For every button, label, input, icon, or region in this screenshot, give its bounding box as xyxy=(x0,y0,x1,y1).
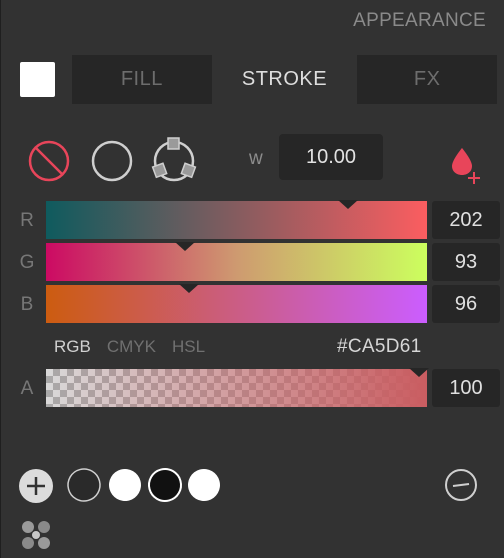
swatch-2[interactable] xyxy=(105,465,145,505)
alpha-value-input[interactable] xyxy=(432,369,500,407)
blue-channel-slider[interactable] xyxy=(46,284,427,323)
appearance-tabs: FILL STROKE FX xyxy=(72,55,497,104)
tab-stroke[interactable]: STROKE xyxy=(211,55,358,104)
stroke-toolbar: w xyxy=(1,130,504,190)
green-channel-row: G xyxy=(1,242,504,283)
stroke-width-label: w xyxy=(249,148,263,169)
hex-value[interactable]: #CA5D61 xyxy=(337,336,421,358)
add-swatch-icon[interactable] xyxy=(18,468,54,504)
alpha-slider-thumb[interactable] xyxy=(409,368,429,377)
red-channel-row: R xyxy=(1,200,504,241)
green-slider-thumb[interactable] xyxy=(175,242,196,251)
red-slider-thumb[interactable] xyxy=(337,200,358,209)
swatch-library-icon[interactable] xyxy=(19,518,53,552)
alpha-gradient xyxy=(46,369,427,407)
eyedropper-icon[interactable] xyxy=(448,142,484,186)
remove-swatch-icon[interactable] xyxy=(443,467,479,503)
blue-channel-row: B xyxy=(1,284,504,325)
mode-cmyk[interactable]: CMYK xyxy=(107,337,156,357)
swatch-4[interactable] xyxy=(184,465,224,505)
green-value-input[interactable] xyxy=(432,243,500,281)
tab-fx[interactable]: FX xyxy=(357,55,497,104)
blue-value-input[interactable] xyxy=(432,285,500,323)
alpha-channel-row: A xyxy=(1,368,504,409)
appearance-panel: APPEARANCE FILL STROKE FX w 10.00 R 202 … xyxy=(0,0,504,558)
ellipse-stroke-icon[interactable] xyxy=(87,136,137,186)
blue-channel-label: B xyxy=(20,294,34,315)
mode-hsl[interactable]: HSL xyxy=(172,337,205,357)
alpha-slider[interactable] xyxy=(46,368,429,407)
swatch-1[interactable] xyxy=(64,465,104,505)
red-channel-label: R xyxy=(20,210,34,231)
edit-path-stroke-icon[interactable] xyxy=(149,136,199,186)
green-channel-label: G xyxy=(19,252,35,273)
red-value-input[interactable] xyxy=(432,201,500,239)
color-mode-selector: RGB CMYK HSL xyxy=(54,337,205,357)
alpha-channel-label: A xyxy=(20,378,34,399)
blue-slider-thumb[interactable] xyxy=(179,284,200,293)
stroke-width-input[interactable] xyxy=(279,134,383,180)
mode-rgb[interactable]: RGB xyxy=(54,337,91,357)
green-channel-slider[interactable] xyxy=(46,242,427,281)
tab-fill[interactable]: FILL xyxy=(72,55,212,104)
no-stroke-icon[interactable] xyxy=(25,136,75,186)
current-color-swatch[interactable] xyxy=(20,62,55,97)
panel-title: APPEARANCE xyxy=(353,10,486,31)
swatch-3[interactable] xyxy=(145,465,185,505)
red-channel-slider[interactable] xyxy=(46,200,427,239)
